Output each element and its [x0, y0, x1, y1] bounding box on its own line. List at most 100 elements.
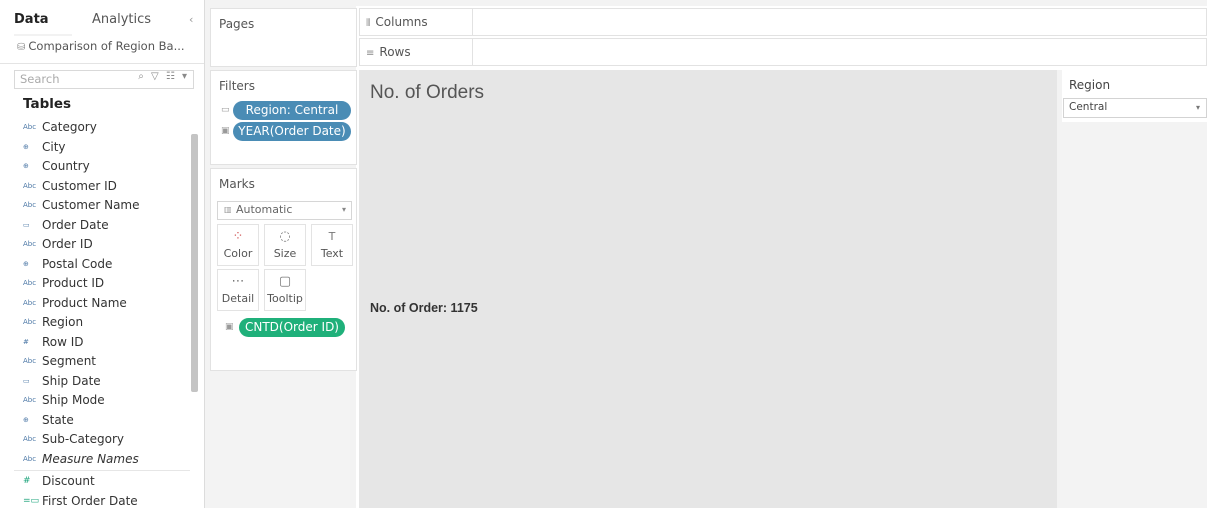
search-tools-icons[interactable]: ⌕ ▽ ☷ ▾ [138, 71, 189, 82]
marks-color-button[interactable]: ⁘ Color [217, 224, 259, 266]
field-label: Sub-Category [42, 432, 124, 446]
field-label: Customer Name [42, 198, 140, 212]
rows-shelf[interactable]: ≡Rows [359, 38, 1207, 66]
chevron-down-icon: ▾ [1196, 99, 1200, 116]
chevron-down-icon: ▾ [342, 202, 346, 218]
tables-heading: Tables [23, 96, 71, 112]
field-type-icon: Abc [23, 450, 39, 470]
filters-shelf[interactable]: Filters ▭ Region: Central ▣ YEAR(Order D… [210, 70, 357, 165]
field-type-icon: Abc [23, 177, 39, 197]
field-item[interactable]: #Row ID [0, 333, 190, 353]
divider [0, 63, 204, 64]
field-list: AbcCategory⊕City⊕CountryAbcCustomer IDAb… [0, 118, 190, 511]
field-type-icon: ⊕ [23, 138, 39, 158]
filter-date-icon: ▣ [221, 126, 230, 136]
datasource-item[interactable]: ⛁Comparison of Region Ba... [17, 39, 201, 57]
filter-region-icon: ▭ [221, 105, 230, 115]
tab-data[interactable]: Data [14, 8, 72, 36]
tooltip-icon: ▢ [265, 274, 305, 290]
mark-type-dropdown[interactable]: ▥ Automatic ▾ [217, 201, 352, 220]
field-item[interactable]: ▭Ship Date [0, 372, 190, 392]
scrollbar-thumb[interactable] [191, 134, 198, 392]
field-label: Product Name [42, 296, 127, 310]
filter-legend-pane [1057, 70, 1207, 508]
field-type-icon: Abc [23, 430, 39, 450]
view-canvas[interactable]: No. of Orders No. of Order: 1175 [359, 70, 1057, 508]
field-item[interactable]: AbcCategory [0, 118, 190, 138]
field-type-icon: ▭ [23, 216, 39, 236]
field-type-icon: Abc [23, 391, 39, 411]
field-item[interactable]: AbcOrder ID [0, 235, 190, 255]
field-type-icon: Abc [23, 235, 39, 255]
field-type-icon: Abc [23, 118, 39, 138]
measure-type-icon: # [23, 472, 39, 492]
marks-color-label: Color [218, 247, 258, 260]
marks-detail-button[interactable]: ⋯ Detail [217, 269, 259, 311]
measure-type-icon: =▭ [23, 492, 39, 511]
field-item[interactable]: ⊕State [0, 411, 190, 431]
marks-text-label: Text [312, 247, 352, 260]
field-label: Measure Names [42, 452, 139, 466]
detail-icon: ⋯ [218, 274, 258, 290]
field-item[interactable]: AbcProduct ID [0, 274, 190, 294]
marks-size-label: Size [265, 247, 305, 260]
tab-analytics[interactable]: Analytics [92, 8, 182, 34]
region-filter-title: Region [1069, 78, 1110, 92]
field-type-icon: Abc [23, 196, 39, 216]
marks-pill-cntd-order-id[interactable]: CNTD(Order ID) [239, 318, 345, 337]
field-type-icon: ⊕ [23, 255, 39, 275]
field-item[interactable]: AbcRegion [0, 313, 190, 333]
field-item[interactable]: ▭Order Date [0, 216, 190, 236]
marks-size-button[interactable]: ◌ Size [264, 224, 306, 266]
rows-icon: ≡ [366, 48, 374, 59]
view-text-mark[interactable]: No. of Order: 1175 [370, 301, 478, 315]
field-type-icon: ⊕ [23, 411, 39, 431]
columns-shelf[interactable]: ⦀Columns [359, 8, 1207, 36]
field-label: Order Date [42, 218, 109, 232]
field-label: Ship Mode [42, 393, 105, 407]
field-label: Order ID [42, 237, 93, 251]
filter-pill-region[interactable]: Region: Central [233, 101, 351, 120]
field-item[interactable]: AbcShip Mode [0, 391, 190, 411]
pane-tabs: Data Analytics ‹ [0, 8, 204, 34]
measure-item[interactable]: #Discount [0, 472, 190, 492]
text-icon: T [312, 229, 352, 245]
field-item[interactable]: ⊕Country [0, 157, 190, 177]
size-icon: ◌ [265, 229, 305, 245]
divider [472, 39, 473, 65]
marks-title: Marks [219, 177, 255, 191]
field-item[interactable]: AbcSegment [0, 352, 190, 372]
region-filter-dropdown[interactable]: Central ▾ [1063, 98, 1207, 118]
pages-shelf[interactable]: Pages [210, 8, 357, 67]
field-label: Postal Code [42, 257, 112, 271]
marks-text-button[interactable]: T Text [311, 224, 353, 266]
filter-pill-year-order-date[interactable]: YEAR(Order Date) [233, 122, 351, 141]
datasource-icon: ⛁ [17, 42, 25, 53]
text-mark-icon: ▣ [225, 322, 234, 332]
field-item[interactable]: ⊕Postal Code [0, 255, 190, 275]
search-input[interactable]: Search ⌕ ▽ ☷ ▾ [14, 70, 194, 89]
region-filter-card: Region Central ▾ [1062, 70, 1207, 122]
field-type-icon: # [23, 333, 39, 353]
marks-detail-label: Detail [218, 292, 258, 305]
collapse-pane-icon[interactable]: ‹ [189, 8, 201, 34]
measure-item[interactable]: =▭First Order Date [0, 492, 190, 511]
field-label: Customer ID [42, 179, 117, 193]
field-item[interactable]: AbcSub-Category [0, 430, 190, 450]
marks-tooltip-button[interactable]: ▢ Tooltip [264, 269, 306, 311]
field-item[interactable]: ⊕City [0, 138, 190, 158]
columns-label: Columns [375, 15, 427, 29]
field-item[interactable]: AbcProduct Name [0, 294, 190, 314]
field-label: City [42, 140, 66, 154]
field-label: Row ID [42, 335, 84, 349]
datasource-label: Comparison of Region Ba... [28, 39, 184, 53]
field-item[interactable]: AbcMeasure Names [0, 450, 190, 470]
region-filter-value: Central [1069, 99, 1107, 116]
marks-tooltip-label: Tooltip [265, 292, 305, 305]
measure-label: Discount [42, 474, 95, 488]
filters-title: Filters [219, 79, 255, 93]
field-item[interactable]: AbcCustomer Name [0, 196, 190, 216]
field-item[interactable]: AbcCustomer ID [0, 177, 190, 197]
color-icon: ⁘ [218, 229, 258, 245]
field-type-icon: Abc [23, 352, 39, 372]
